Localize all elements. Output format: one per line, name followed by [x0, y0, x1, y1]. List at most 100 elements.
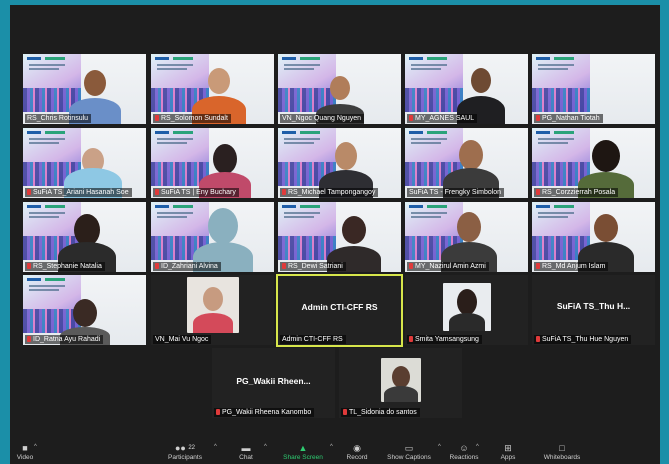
- participant-name: Admin CTI-CFF RS: [280, 335, 346, 344]
- background-slide: [278, 54, 336, 112]
- participant-title: SuFiA TS_Thu H...: [556, 301, 631, 311]
- participant-name: PG_Nathan Tiotah: [534, 114, 603, 123]
- meeting-window: RS_Chris Rotinsulu RS_Solomon Sundalt VN…: [10, 5, 660, 464]
- participants-button[interactable]: ●● 22 Participants: [160, 443, 210, 462]
- participant-name: SuFiA TS_Thu Hue Nguyen: [534, 335, 632, 344]
- background-slide: [151, 128, 209, 186]
- participant-tile[interactable]: Smita Yamsangsung: [405, 275, 528, 345]
- avatar: [330, 76, 350, 100]
- participant-name: RS_Stephanie Natalia: [25, 262, 105, 271]
- participant-name: ID_Zahriani Alvina: [153, 262, 221, 271]
- participant-tile[interactable]: PG_Wakii Rheen... PG_Wakii Rheena Kanomb…: [212, 348, 335, 418]
- participant-tile[interactable]: ID_Ratna Ayu Rahadi: [23, 275, 146, 345]
- participant-name: MY_AGNES SAUL: [407, 114, 478, 123]
- muted-mic-icon: [27, 189, 31, 195]
- muted-mic-icon: [409, 263, 413, 269]
- muted-mic-icon: [27, 263, 31, 269]
- participant-tile[interactable]: RS_Dewi Satriani: [278, 202, 401, 272]
- participant-name: SuFiA TS | Eny Buchary: [153, 188, 239, 197]
- muted-mic-icon: [536, 115, 540, 121]
- muted-mic-icon: [155, 115, 159, 121]
- participant-name: MY_Nazirul Amin Azmi: [407, 262, 489, 271]
- participant-photo: [381, 358, 421, 402]
- participant-tile[interactable]: PG_Nathan Tiotah: [532, 54, 655, 124]
- video-options-caret[interactable]: ^: [34, 444, 37, 450]
- participant-name: SuFiA TS_Ariani Hasanah Soe: [25, 188, 132, 197]
- participant-name: RS_Dewi Satriani: [280, 262, 346, 271]
- avatar: [335, 142, 357, 170]
- participant-photo: [187, 277, 239, 333]
- avatar: [594, 214, 618, 242]
- avatar: [457, 212, 481, 242]
- participant-tile[interactable]: ID_Zahriani Alvina: [151, 202, 274, 272]
- muted-mic-icon: [409, 336, 413, 342]
- apps-button[interactable]: ⊞ Apps: [494, 443, 522, 462]
- muted-mic-icon: [282, 263, 286, 269]
- whiteboards-button[interactable]: □ Whiteboards: [532, 443, 592, 462]
- record-icon: ◉: [353, 443, 361, 453]
- apps-icon: ⊞: [504, 443, 512, 453]
- avatar: [73, 299, 97, 327]
- muted-mic-icon: [216, 409, 220, 415]
- background-slide: [405, 54, 463, 112]
- show-captions-button[interactable]: ▭ Show Captions: [382, 443, 436, 462]
- muted-mic-icon: [536, 336, 540, 342]
- share-screen-button[interactable]: ▲ Share Screen: [278, 443, 328, 462]
- participant-tile[interactable]: SuFiA TS_Thu H... SuFiA TS_Thu Hue Nguye…: [532, 275, 655, 345]
- avatar: [208, 208, 238, 244]
- participants-count: 22: [188, 445, 196, 451]
- background-slide: [23, 275, 81, 333]
- participant-name: Smita Yamsangsung: [407, 335, 482, 344]
- avatar: [213, 144, 237, 174]
- share-screen-icon: ▲: [298, 443, 308, 453]
- participant-tile[interactable]: VN_Ngoc Quang Nguyen: [278, 54, 401, 124]
- participant-name: RS_Solomon Sundalt: [153, 114, 231, 123]
- participant-tile[interactable]: MY_AGNES SAUL: [405, 54, 528, 124]
- participant-title: Admin CTI-CFF RS: [301, 302, 378, 312]
- participant-tile[interactable]: RS_Chris Rotinsulu: [23, 54, 146, 124]
- participant-tile[interactable]: RS_Md Anjum Islam: [532, 202, 655, 272]
- avatar: [342, 216, 366, 244]
- active-speaker-tile[interactable]: Admin CTI-CFF RS Admin CTI-CFF RS: [276, 274, 403, 347]
- share-options-caret[interactable]: ^: [330, 444, 333, 450]
- captions-options-caret[interactable]: ^: [438, 444, 441, 450]
- whiteboard-icon: □: [559, 443, 565, 453]
- captions-icon: ▭: [404, 443, 414, 453]
- participant-tile[interactable]: MY_Nazirul Amin Azmi: [405, 202, 528, 272]
- participant-tile[interactable]: RS_Stephanie Natalia: [23, 202, 146, 272]
- participant-name: VN_Ngoc Quang Nguyen: [280, 114, 364, 123]
- avatar: [208, 68, 230, 94]
- participant-tile[interactable]: TL_Sidonia do santos: [339, 348, 462, 418]
- background-slide: [278, 202, 336, 260]
- participant-name: RS_Corzzierrah Posala: [534, 188, 619, 197]
- chat-options-caret[interactable]: ^: [264, 444, 267, 450]
- participant-tile[interactable]: SuFiA TS | Eny Buchary: [151, 128, 274, 198]
- participants-icon: ●●: [174, 443, 186, 453]
- participant-tile[interactable]: VN_Mai Vu Ngoc: [151, 275, 274, 345]
- muted-mic-icon: [536, 189, 540, 195]
- muted-mic-icon: [409, 115, 413, 121]
- participant-tile[interactable]: RS_Corzzierrah Posala: [532, 128, 655, 198]
- avatar: [84, 70, 106, 96]
- reactions-options-caret[interactable]: ^: [476, 444, 479, 450]
- participant-tile[interactable]: SuFiA TS - Frengky Simbolon: [405, 128, 528, 198]
- muted-mic-icon: [343, 409, 347, 415]
- background-slide: [532, 54, 590, 112]
- muted-mic-icon: [27, 336, 31, 342]
- participant-tile[interactable]: RS_Solomon Sundalt: [151, 54, 274, 124]
- participant-photo: [443, 283, 491, 331]
- chat-icon: ▬: [241, 443, 251, 453]
- participant-name: SuFiA TS - Frengky Simbolon: [407, 188, 505, 197]
- muted-mic-icon: [536, 263, 540, 269]
- muted-mic-icon: [155, 263, 159, 269]
- participants-options-caret[interactable]: ^: [214, 444, 217, 450]
- participant-name: TL_Sidonia do santos: [341, 408, 420, 417]
- participant-tile[interactable]: SuFiA TS_Ariani Hasanah Soe: [23, 128, 146, 198]
- participant-name: VN_Mai Vu Ngoc: [153, 335, 212, 344]
- record-button[interactable]: ◉ Record: [342, 443, 372, 462]
- participant-tile[interactable]: RS_Michael Tampongangoy: [278, 128, 401, 198]
- chat-button[interactable]: ▬ Chat: [232, 443, 260, 462]
- participant-name: ID_Ratna Ayu Rahadi: [25, 335, 104, 344]
- meeting-toolbar: ■ Video ^ ●● 22 Participants ^ ▬ Chat ^ …: [10, 443, 660, 464]
- participant-name: RS_Chris Rotinsulu: [25, 114, 92, 123]
